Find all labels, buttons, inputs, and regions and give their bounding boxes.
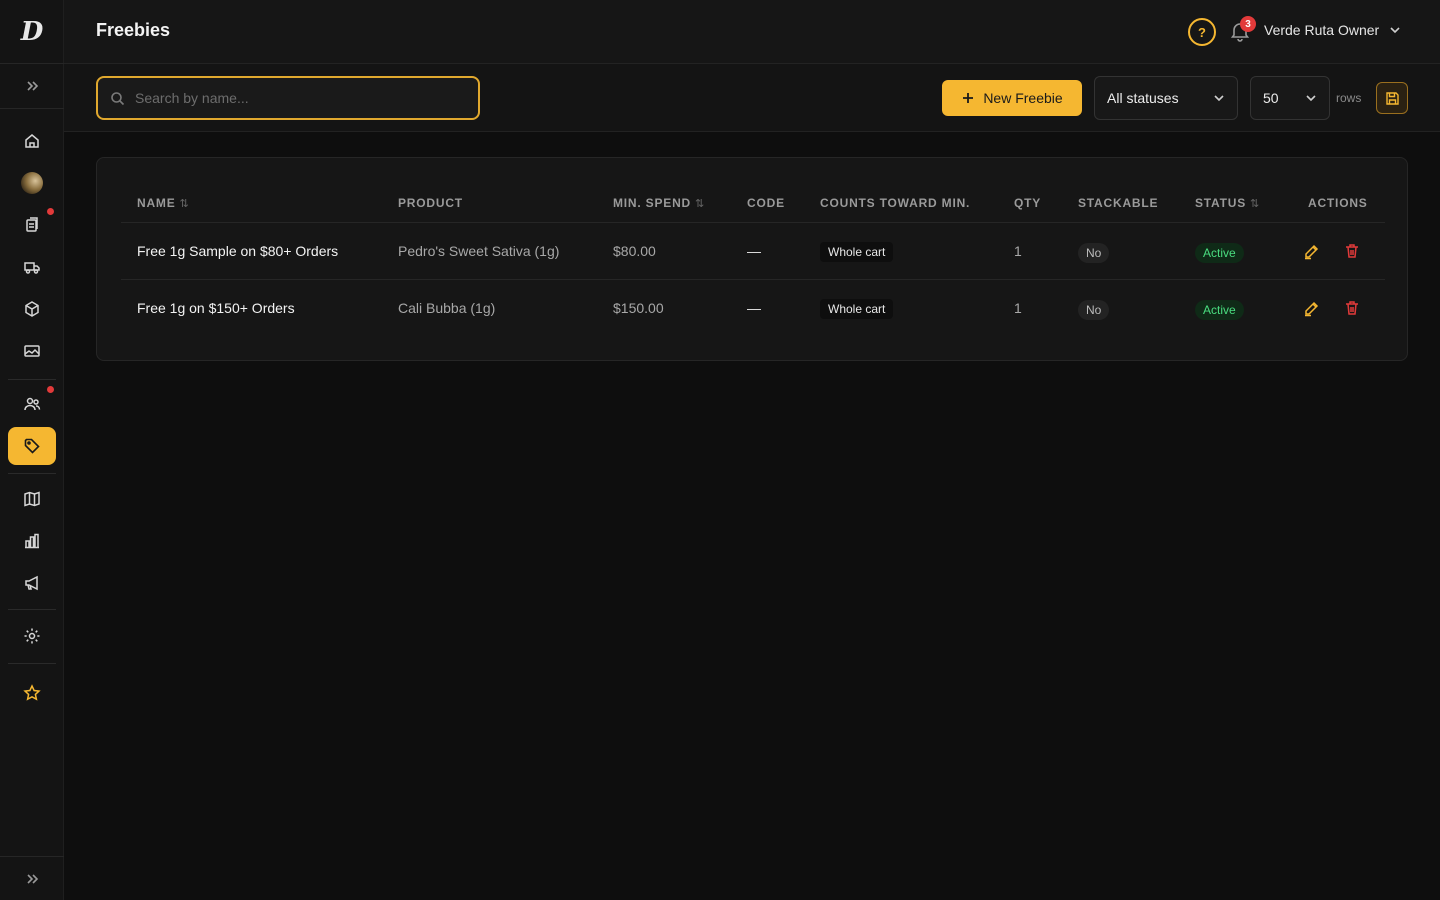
bar-chart-icon <box>25 533 39 549</box>
sidebar-item-home[interactable] <box>8 122 56 160</box>
column-header-min-spend[interactable]: MIN. SPEND ⇅ <box>613 196 705 210</box>
edit-icon[interactable] <box>1303 242 1321 260</box>
freebie-min-spend: $80.00 <box>613 243 656 259</box>
sidebar-item-marketing[interactable] <box>8 564 56 602</box>
chevron-down-icon <box>1390 27 1400 34</box>
freebie-product: Cali Bubba (1g) <box>398 300 496 316</box>
rows-label: rows <box>1336 91 1362 105</box>
megaphone-icon <box>25 575 38 591</box>
gear-icon <box>24 628 40 644</box>
sort-icon: ⇅ <box>1250 197 1261 210</box>
customers-alert-dot <box>47 386 54 393</box>
map-icon <box>24 491 40 507</box>
column-header-label: PRODUCT <box>398 196 463 210</box>
logo-mark: D <box>20 16 44 47</box>
avatar <box>21 172 43 194</box>
sidebar-item-guides[interactable] <box>8 480 56 518</box>
freebie-name[interactable]: Free 1g Sample on $80+ Orders <box>137 243 338 259</box>
column-header-qty: QTY <box>1014 196 1041 210</box>
column-header-stackable: STACKABLE <box>1078 196 1158 210</box>
search-box[interactable] <box>96 76 480 120</box>
counts-toward-chip: Whole cart <box>820 242 894 262</box>
sidebar-item-favorites[interactable] <box>8 674 56 712</box>
toolbar: New Freebie All statuses 50 rows <box>64 64 1440 132</box>
sort-icon: ⇅ <box>179 197 190 210</box>
status-badge: Active <box>1195 300 1244 320</box>
search-input[interactable] <box>135 90 455 106</box>
star-icon <box>23 684 41 701</box>
sidebar-item-settings[interactable] <box>8 617 56 655</box>
counts-toward-chip: Whole cart <box>820 299 894 319</box>
column-header-product: PRODUCT <box>398 196 463 210</box>
user-name: Verde Ruta Owner <box>1264 22 1380 38</box>
orders-icon <box>26 217 38 232</box>
stackable-badge: No <box>1078 300 1110 320</box>
column-header-name[interactable]: NAME ⇅ <box>137 196 190 210</box>
users-icon <box>24 397 41 411</box>
trash-icon[interactable] <box>1343 242 1361 260</box>
tag-icon <box>24 438 40 454</box>
page-size-value: 50 <box>1263 90 1279 106</box>
freebie-qty: 1 <box>1014 243 1022 259</box>
column-header-label: STACKABLE <box>1078 196 1159 210</box>
user-menu[interactable]: Verde Ruta Owner <box>1264 22 1401 38</box>
chevron-down-icon <box>1306 95 1316 102</box>
question-icon: ? <box>1198 24 1206 40</box>
trash-icon[interactable] <box>1343 299 1361 317</box>
chevrons-right-icon <box>27 873 39 884</box>
status-filter-select[interactable]: All statuses <box>1094 76 1238 120</box>
sidebar-collapse-button[interactable] <box>0 856 64 900</box>
orders-alert-dot <box>47 208 54 215</box>
freebie-name[interactable]: Free 1g on $150+ Orders <box>137 300 295 316</box>
sidebar-expand-button[interactable] <box>0 64 64 109</box>
column-header-label: ACTIONS <box>1308 196 1368 210</box>
save-icon <box>1385 91 1399 105</box>
stackable-badge: No <box>1078 243 1110 263</box>
freebie-code: — <box>747 243 761 259</box>
column-header-counts-toward: COUNTS TOWARD MIN. <box>820 196 970 210</box>
column-header-label: STATUS <box>1195 196 1247 210</box>
freebie-code: — <box>747 300 761 316</box>
page-size-select[interactable]: 50 <box>1250 76 1330 120</box>
new-freebie-label: New Freebie <box>983 90 1063 106</box>
new-freebie-button[interactable]: New Freebie <box>942 80 1082 116</box>
plus-icon <box>963 93 974 103</box>
search-icon <box>111 91 125 105</box>
freebie-product: Pedro's Sweet Sativa (1g) <box>398 243 560 259</box>
chevron-down-icon <box>1214 95 1224 102</box>
delivery-truck-icon <box>24 262 40 274</box>
save-view-button[interactable] <box>1376 82 1408 114</box>
status-badge: Active <box>1195 243 1244 263</box>
sidebar-item-profile[interactable] <box>8 164 56 202</box>
sidebar-item-media[interactable] <box>8 332 56 370</box>
column-header-label: QTY <box>1014 196 1042 210</box>
image-gallery-icon <box>24 345 40 357</box>
freebie-min-spend: $150.00 <box>613 300 664 316</box>
sidebar-item-analytics[interactable] <box>8 522 56 560</box>
top-bar: Freebies ? 3 Verde Ruta Owner <box>64 0 1440 64</box>
notification-badge: 3 <box>1240 16 1256 32</box>
column-header-label: MIN. SPEND <box>613 196 692 210</box>
column-header-status[interactable]: STATUS ⇅ <box>1195 196 1260 210</box>
column-header-label: CODE <box>747 196 785 210</box>
sidebar: D <box>0 0 64 900</box>
page-title: Freebies <box>96 20 171 40</box>
column-header-label: COUNTS TOWARD MIN. <box>820 196 971 210</box>
status-filter-value: All statuses <box>1107 90 1179 106</box>
column-header-label: NAME <box>137 196 176 210</box>
freebies-table: NAME ⇅ PRODUCT MIN. SPEND ⇅ CODE COUNTS … <box>96 157 1408 361</box>
sort-icon: ⇅ <box>695 197 706 210</box>
help-button[interactable]: ? <box>1188 18 1216 46</box>
chevrons-right-icon <box>27 81 39 91</box>
package-icon <box>25 301 39 317</box>
freebie-qty: 1 <box>1014 300 1022 316</box>
edit-icon[interactable] <box>1303 299 1321 317</box>
brand-logo[interactable]: D <box>0 0 64 64</box>
sidebar-item-freebies[interactable] <box>8 427 56 465</box>
column-header-code: CODE <box>747 196 785 210</box>
column-header-actions: ACTIONS <box>1308 196 1368 210</box>
sidebar-item-delivery[interactable] <box>8 248 56 286</box>
home-icon <box>25 134 39 148</box>
sidebar-item-products[interactable] <box>8 290 56 328</box>
